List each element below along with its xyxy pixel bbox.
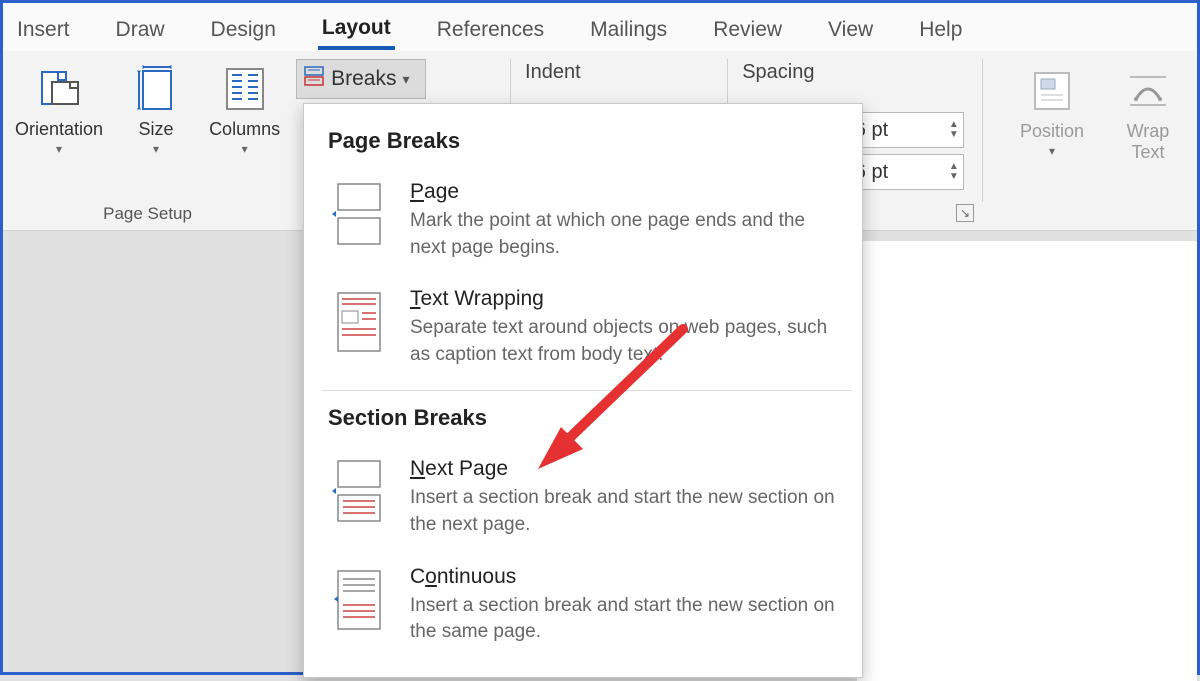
- group-page-setup: Orientation ▾ Size ▾ Columns ▾: [3, 51, 292, 230]
- menu-item-page[interactable]: Page Mark the point at which one page en…: [322, 170, 852, 277]
- menu-item-co-title: Continuous: [410, 565, 840, 589]
- menu-item-next-page[interactable]: Next Page Insert a section break and sta…: [322, 447, 852, 554]
- orientation-button[interactable]: Orientation ▾: [11, 57, 107, 158]
- breaks-button[interactable]: Breaks ▾: [296, 59, 426, 99]
- menu-item-np-title: Next Page: [410, 457, 840, 481]
- spinner-arrows-icon[interactable]: ▲▼: [949, 162, 959, 182]
- next-page-icon: [328, 457, 388, 527]
- menu-heading-page-breaks: Page Breaks: [328, 128, 852, 154]
- position-button[interactable]: Position ▾: [1013, 59, 1091, 230]
- wrap-text-button[interactable]: Wrap Text: [1109, 59, 1187, 230]
- tab-review[interactable]: Review: [709, 12, 786, 48]
- tab-mailings[interactable]: Mailings: [586, 12, 671, 48]
- chevron-down-icon: ▾: [242, 142, 248, 156]
- indent-label: Indent: [511, 51, 727, 84]
- size-icon: [133, 59, 179, 119]
- orientation-label: Orientation: [15, 119, 103, 140]
- text-wrapping-icon: [328, 287, 388, 357]
- menu-item-text-wrapping[interactable]: Text Wrapping Separate text around objec…: [322, 277, 852, 384]
- tab-references[interactable]: References: [433, 12, 548, 48]
- tab-draw[interactable]: Draw: [112, 12, 169, 48]
- dialog-launcher-icon[interactable]: ↘: [956, 204, 974, 222]
- size-button[interactable]: Size ▾: [117, 57, 195, 158]
- tab-design[interactable]: Design: [207, 12, 280, 48]
- position-label: Position: [1020, 121, 1084, 142]
- ribbon-tabs: Insert Draw Design Layout References Mai…: [3, 3, 1197, 51]
- menu-item-tw-title: Text Wrapping: [410, 287, 840, 311]
- size-label: Size: [139, 119, 174, 140]
- chevron-down-icon: ▾: [56, 142, 62, 156]
- page-setup-group-label: Page Setup: [3, 204, 292, 224]
- columns-icon: [223, 59, 267, 119]
- chevron-down-icon: ▾: [1049, 144, 1055, 158]
- tab-insert[interactable]: Insert: [13, 12, 74, 48]
- tab-help[interactable]: Help: [915, 12, 966, 48]
- tab-view[interactable]: View: [824, 12, 877, 48]
- menu-item-np-desc: Insert a section break and start the new…: [410, 485, 840, 538]
- breaks-dropdown-menu: Page Breaks Page Mark the point at which…: [303, 103, 863, 678]
- chevron-down-icon: ▾: [153, 142, 159, 156]
- position-icon: [1031, 61, 1073, 121]
- document-page[interactable]: [857, 241, 1197, 681]
- continuous-icon: [328, 565, 388, 635]
- word-app: Insert Draw Design Layout References Mai…: [3, 3, 1197, 672]
- menu-item-page-title: Page: [410, 180, 840, 204]
- columns-label: Columns: [209, 119, 280, 140]
- wrap-text-icon: [1126, 61, 1170, 121]
- spacing-label: Spacing: [728, 51, 982, 84]
- menu-item-co-desc: Insert a section break and start the new…: [410, 593, 840, 646]
- menu-heading-section-breaks: Section Breaks: [328, 405, 852, 431]
- tab-layout[interactable]: Layout: [318, 10, 395, 50]
- spinner-arrows-icon[interactable]: ▲▼: [949, 120, 959, 140]
- wrap-text-label: Wrap Text: [1127, 121, 1170, 163]
- menu-item-continuous[interactable]: Continuous Insert a section break and st…: [322, 555, 852, 662]
- menu-item-page-desc: Mark the point at which one page ends an…: [410, 208, 840, 261]
- page-break-icon: [328, 180, 388, 250]
- breaks-icon: [303, 65, 325, 93]
- orientation-icon: [36, 59, 82, 119]
- chevron-down-icon: ▾: [402, 71, 409, 88]
- arrange-group: Position ▾ Wrap Text: [983, 51, 1197, 230]
- columns-button[interactable]: Columns ▾: [205, 57, 284, 158]
- breaks-label: Breaks: [331, 67, 396, 91]
- menu-item-tw-desc: Separate text around objects on web page…: [410, 315, 840, 368]
- menu-separator: [322, 390, 852, 391]
